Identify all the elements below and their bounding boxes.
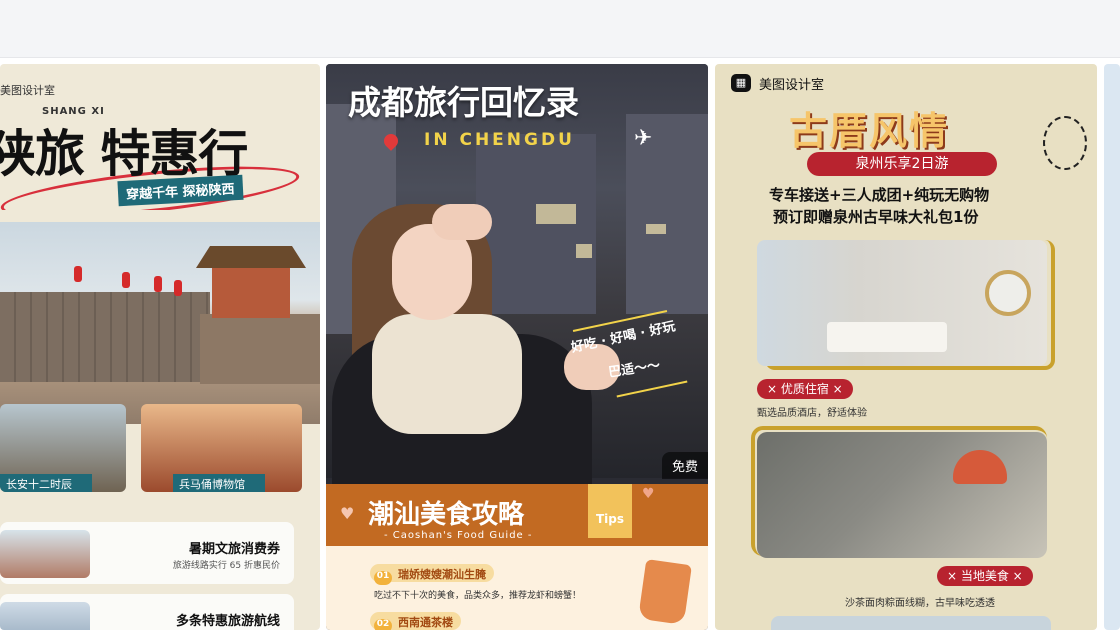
heart-icon: ♥: [642, 486, 655, 502]
lantern-icon: [174, 280, 182, 296]
feature-desc: 甄选品质酒店，舒适体验: [757, 408, 867, 419]
free-badge: 免费: [661, 452, 708, 479]
thumb-label: 长安十二时辰: [0, 474, 92, 492]
lantern-icon: [154, 276, 162, 292]
food-guide-title: 潮汕美食攻略: [368, 500, 525, 530]
thumb-street: 长安十二时辰: [0, 404, 126, 492]
template-card-quanzhou[interactable]: ▦ 美图设计室 古厝风情 泉州乐享2日游 专车接送+三人成团+纯玩无购物 预订即…: [715, 64, 1097, 630]
card-title: 陕旅 特惠行: [0, 125, 248, 183]
panel-subtitle: 旅游线路实行 65 折惠民价: [172, 561, 280, 571]
panel-title: 多条特惠旅游航线: [175, 614, 280, 629]
card-subtitle: IN CHENGDU: [424, 130, 575, 150]
top-toolbar: [0, 0, 1120, 58]
panel-image: [0, 602, 90, 630]
drink-cup-icon: [638, 559, 692, 625]
feature-desc: 沙茶面肉粽面线糊，古早味吃透透: [845, 598, 995, 609]
feature-line: 预订即赠泉州古早味大礼包1份: [773, 208, 979, 226]
feature-line: 专车接送+三人成团+纯玩无购物: [769, 186, 990, 204]
gate-tower: [196, 246, 306, 318]
food-guide-header: ♥ 潮汕美食攻略 - Caoshan's Food Guide - Tips ♥: [326, 484, 708, 546]
feature-badge: × 当地美食 ×: [937, 566, 1033, 586]
template-card-chengdu[interactable]: 成都旅行回忆录 IN CHENGDU ✈ 好吃 · 好喝 · 好玩 巴适～～ 免…: [326, 64, 708, 630]
template-card-partial[interactable]: [1104, 64, 1120, 630]
food-guide-subtitle: - Caoshan's Food Guide -: [384, 530, 533, 541]
card-title: 成都旅行回忆录: [348, 83, 579, 122]
promo-panel: 多条特惠旅游航线: [0, 594, 294, 630]
heart-icon: ♥: [340, 504, 355, 523]
lantern-icon: [122, 272, 130, 288]
panel-image: [0, 530, 90, 578]
food-item-tag: 02 西南通茶楼: [370, 612, 461, 630]
thumb-museum: 兵马俑博物馆: [141, 404, 302, 492]
city-wall: [0, 292, 210, 382]
trip-pill: 泉州乐享2日游: [807, 152, 997, 176]
feature-badge: × 优质住宿 ×: [757, 379, 853, 399]
food-guide-card[interactable]: ♥ 潮汕美食攻略 - Caoshan's Food Guide - Tips ♥…: [326, 484, 708, 630]
lantern-icon: [74, 266, 82, 282]
meitu-logo-icon: ▦: [731, 74, 751, 92]
template-card-shaanxi[interactable]: 美图设计室 SHANG XI 陕旅 特惠行 穿越千年 探秘陕西 长安十二时辰 兵…: [0, 64, 320, 630]
food-item-desc: 吃过不下十次的美食，品类众多，推荐龙虾和螃蟹！: [374, 591, 582, 601]
airplane-icon: ✈: [634, 126, 653, 151]
thumb-label: 兵马俑博物馆: [173, 474, 265, 492]
brand-label: 美图设计室: [759, 78, 825, 93]
food-item-tag: 01 瑞娇嫂嫂潮汕生腌: [370, 564, 494, 585]
card-title: 古厝风情: [789, 109, 950, 153]
city-wall-photo: [0, 214, 320, 429]
squiggle-decoration: [1043, 116, 1087, 170]
panel-title: 暑期文旅消费券: [188, 542, 280, 557]
tips-tab: Tips: [588, 484, 632, 538]
hotel-room-photo: [757, 240, 1047, 366]
local-food-photo: [757, 432, 1047, 558]
brand-label: 美图设计室: [0, 84, 55, 97]
promo-panel: 暑期文旅消费券 旅游线路实行 65 折惠民价: [0, 522, 294, 584]
